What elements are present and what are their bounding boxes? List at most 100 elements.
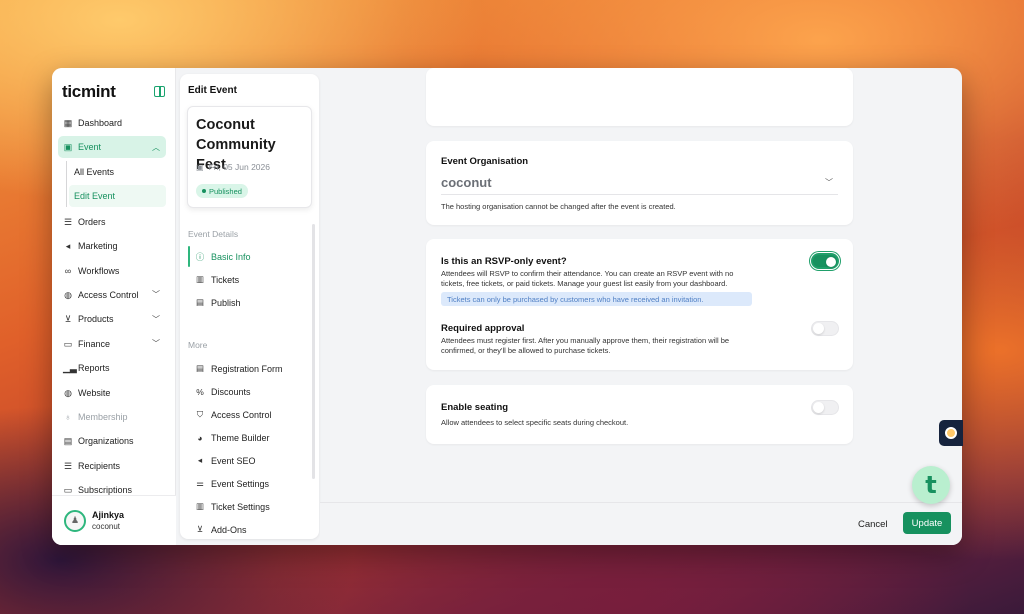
globe-icon: ◍ xyxy=(64,387,72,398)
event-summary-card: Coconut Community Fest ▣ Fri, 05 Jun 202… xyxy=(187,106,312,208)
menu-item-registration-form[interactable]: ▤ Registration Form xyxy=(188,357,306,380)
seating-card: Enable seating Allow attendees to select… xyxy=(426,385,853,444)
rsvp-toggle[interactable] xyxy=(811,253,839,269)
event-details-menu: ⓘ Basic Info ▥ Tickets ▤ Publish xyxy=(188,245,306,314)
organisation-divider xyxy=(441,194,838,195)
sidebar-item-label: Website xyxy=(78,387,111,398)
sidebar-item-reports[interactable]: ▁▃ Reports xyxy=(58,357,166,379)
calendar-icon: ▣ xyxy=(63,142,73,153)
widget-icon xyxy=(945,427,957,439)
sidebar-item-access-control[interactable]: ◍ Access Control ﹀ xyxy=(58,284,166,306)
chat-logo-icon: t xyxy=(925,471,937,499)
menu-item-theme-builder[interactable]: ◕ Theme Builder xyxy=(188,426,306,449)
sidebar-item-label: Finance xyxy=(78,338,111,349)
section-label-more: More xyxy=(188,340,208,350)
chevron-down-icon[interactable]: ﹀ xyxy=(825,177,833,188)
organisation-select[interactable]: coconut xyxy=(441,175,492,190)
main-content: Event Organisation coconut ﹀ The hosting… xyxy=(320,68,962,502)
seating-toggle[interactable] xyxy=(811,400,839,415)
app-window: ticmint ▦ Dashboard ▣ Event ︿ All Events… xyxy=(52,68,962,545)
ribbon-icon: ♁ xyxy=(64,411,72,422)
form-icon: ▤ xyxy=(195,363,205,373)
seating-title: Enable seating xyxy=(441,402,509,413)
more-menu: ▤ Registration Form % Discounts ⛉ Access… xyxy=(188,357,306,541)
sidebar-item-membership[interactable]: ♁ Membership xyxy=(58,406,166,428)
menu-item-discounts[interactable]: % Discounts xyxy=(188,380,306,403)
app-logo: ticmint xyxy=(62,82,116,101)
ticket-settings-icon: ▥ xyxy=(195,501,205,511)
organisation-title: Event Organisation xyxy=(441,156,529,167)
approval-description: Attendees must register first. After you… xyxy=(441,336,730,355)
sidebar-subitem-edit-event[interactable]: Edit Event xyxy=(69,184,166,207)
event-submenu: All Events Edit Event xyxy=(66,160,166,207)
menu-item-label: Theme Builder xyxy=(211,432,270,443)
list-icon: ☰ xyxy=(63,216,73,227)
sidebar-item-dashboard[interactable]: ▦ Dashboard xyxy=(58,112,166,134)
chevron-up-icon: ︿ xyxy=(152,142,160,152)
sidebar-item-label: Orders xyxy=(78,216,106,227)
menu-item-label: Add-Ons xyxy=(211,524,247,535)
update-button[interactable]: Update xyxy=(903,512,951,534)
chevron-down-icon: ﹀ xyxy=(152,339,160,349)
top-card xyxy=(426,68,853,126)
sidebar-nav: ▦ Dashboard ▣ Event ︿ All Events Edit Ev… xyxy=(58,112,166,503)
sliders-icon: ⚌ xyxy=(196,478,204,488)
percent-icon: % xyxy=(196,386,204,397)
organisation-note: The hosting organisation cannot be chang… xyxy=(441,202,676,211)
menu-item-label: Discounts xyxy=(211,386,251,397)
avatar: ♟ xyxy=(64,509,86,532)
megaphone-icon: ◂ xyxy=(197,455,203,465)
sidebar-item-label: Recipients xyxy=(78,460,121,471)
sidebar-subitem-all-events[interactable]: All Events xyxy=(69,161,166,183)
shield-icon: ⛉ xyxy=(196,409,204,419)
sidebar-item-label: Membership xyxy=(78,411,128,422)
feedback-widget[interactable] xyxy=(939,420,963,446)
menu-item-add-ons[interactable]: ⊻ Add-Ons xyxy=(188,518,306,541)
megaphone-icon: ◂ xyxy=(65,241,71,252)
cancel-button[interactable]: Cancel xyxy=(858,519,888,530)
sidebar-item-marketing[interactable]: ◂ Marketing xyxy=(58,235,166,257)
cart-icon: ⊻ xyxy=(64,314,72,325)
sidebar-item-recipients[interactable]: ☰ Recipients xyxy=(58,455,166,477)
menu-item-label: Ticket Settings xyxy=(211,501,270,512)
sidebar-item-label: Organizations xyxy=(78,436,134,447)
sidebar-item-label: Marketing xyxy=(78,241,118,252)
sidebar-item-label: Event xyxy=(78,142,102,153)
bar-chart-icon: ▁▃ xyxy=(63,363,77,374)
sidebar-item-event[interactable]: ▣ Event ︿ xyxy=(58,136,166,159)
edit-event-panel: Edit Event Coconut Community Fest ▣ Fri,… xyxy=(180,74,319,539)
sidebar-item-label: Dashboard xyxy=(78,118,123,128)
sidebar-item-products[interactable]: ⊻ Products ﹀ xyxy=(58,308,166,330)
sidebar-item-finance[interactable]: ▭ Finance ﹀ xyxy=(58,333,166,355)
sidebar-item-label: Workflows xyxy=(78,265,120,276)
toggle-knob xyxy=(813,323,824,334)
menu-item-label: Access Control xyxy=(211,409,272,420)
menu-item-access-control[interactable]: ⛉ Access Control xyxy=(188,403,306,426)
menu-item-tickets[interactable]: ▥ Tickets xyxy=(188,268,306,291)
sidebar-item-label: Reports xyxy=(78,363,110,374)
section-label-event-details: Event Details xyxy=(188,229,239,239)
sidebar-item-label: Products xyxy=(78,314,114,325)
document-icon: ▤ xyxy=(195,297,205,307)
chat-launcher[interactable]: t xyxy=(912,466,950,504)
menu-item-publish[interactable]: ▤ Publish xyxy=(188,291,306,314)
organisation-card: Event Organisation coconut ﹀ The hosting… xyxy=(426,141,853,225)
menu-item-event-seo[interactable]: ◂ Event SEO xyxy=(188,449,306,472)
menu-item-ticket-settings[interactable]: ▥ Ticket Settings xyxy=(188,495,306,518)
user-profile[interactable]: ♟ Ajinkya coconut xyxy=(52,495,176,545)
sidebar-item-organizations[interactable]: ▤ Organizations xyxy=(58,430,166,452)
sidebar-item-workflows[interactable]: ∞ Workflows xyxy=(58,260,166,282)
sidebar-item-orders[interactable]: ☰ Orders xyxy=(58,211,166,233)
sidebar-item-website[interactable]: ◍ Website xyxy=(58,382,166,404)
approval-toggle[interactable] xyxy=(811,321,839,336)
panel-scrollbar[interactable] xyxy=(312,224,315,479)
sidebar-item-label: Subscriptions xyxy=(78,485,133,496)
workflow-icon: ∞ xyxy=(64,265,72,276)
approval-title: Required approval xyxy=(441,323,525,334)
menu-item-label: Publish xyxy=(211,297,241,308)
menu-item-label: Registration Form xyxy=(211,363,283,374)
sidebar-collapse-icon[interactable] xyxy=(154,86,165,97)
user-name: Ajinkya xyxy=(92,510,125,520)
menu-item-event-settings[interactable]: ⚌ Event Settings xyxy=(188,472,306,495)
menu-item-basic-info[interactable]: ⓘ Basic Info xyxy=(188,245,306,268)
